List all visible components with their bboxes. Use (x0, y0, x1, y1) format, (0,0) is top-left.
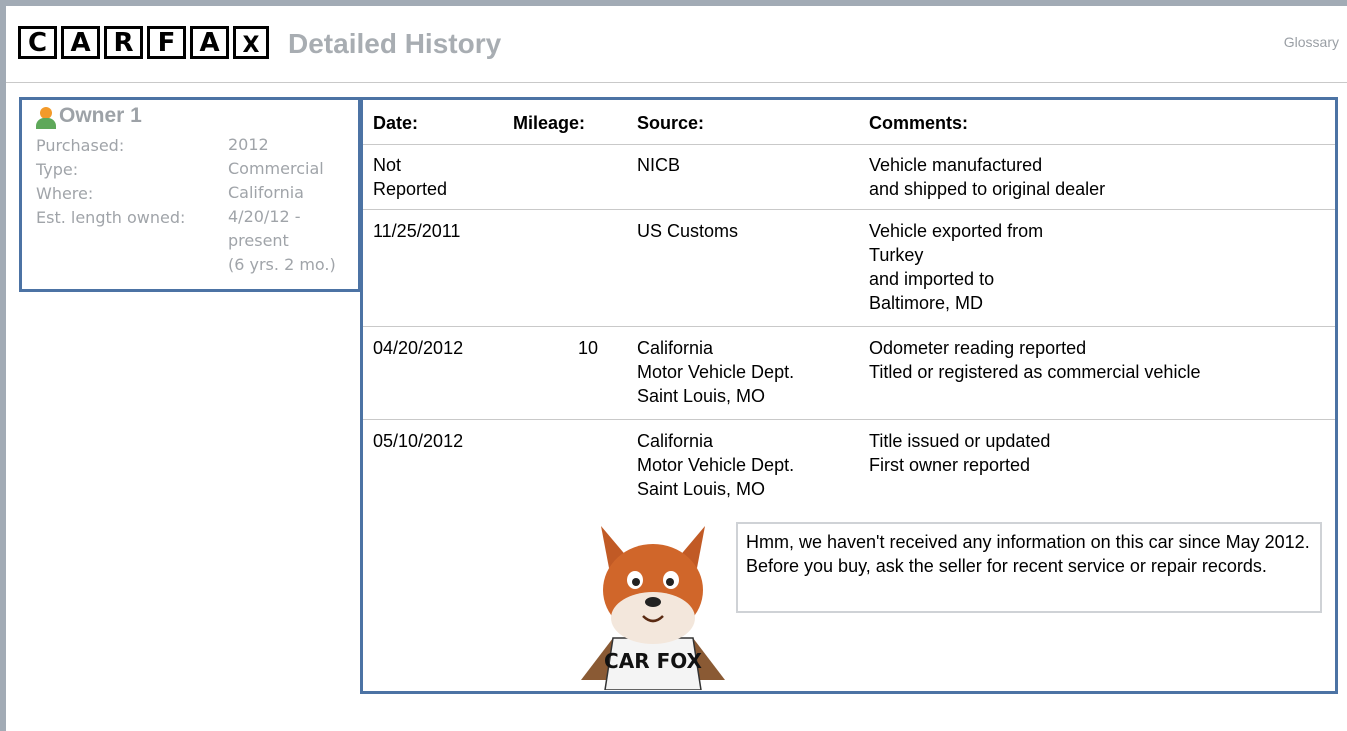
table-row: 05/10/2012 California Motor Vehicle Dept… (363, 420, 1335, 512)
table-row: 04/20/2012 10 California Motor Vehicle D… (363, 327, 1335, 420)
row-date: 11/25/2011 (373, 221, 461, 241)
owner-value-where: California (228, 183, 304, 202)
logo-letter: A (61, 26, 100, 59)
comments-header: Comments: (869, 113, 969, 133)
row-comment-line: Title issued or updated (869, 431, 1051, 451)
row-date: 04/20/2012 (373, 338, 464, 358)
page-title: Detailed History (288, 28, 502, 59)
owner-value-length-line: 4/20/12 - (228, 207, 301, 226)
row-date-line: Not (373, 155, 402, 175)
owner-value-length-line: present (228, 231, 289, 250)
row-comments: Title issued or updated First owner repo… (869, 429, 1329, 477)
owner-heading: Owner 1 (36, 103, 142, 129)
table-row: 11/25/2011 US Customs Vehicle exported f… (363, 210, 1335, 327)
row-source-line: Motor Vehicle Dept. (637, 362, 795, 382)
owner-label-where: Where: (36, 184, 94, 203)
owner-label-type: Type: (36, 160, 79, 179)
logo-letter: F (147, 26, 186, 59)
source-header: Source: (637, 113, 705, 133)
carfox-mascot-image: CAR FOX (581, 526, 725, 690)
owner-label-length: Est. length owned: (36, 208, 186, 227)
row-date: Not Reported (373, 153, 493, 201)
history-header-row: Date: Mileage: Source: Comments: (363, 100, 1335, 145)
owner-value-length-line: (6 yrs. 2 mo.) (228, 255, 336, 274)
left-rule (0, 0, 6, 731)
row-source: California Motor Vehicle Dept. Saint Lou… (637, 429, 857, 501)
glossary-link[interactable]: Glossary (1284, 34, 1339, 50)
row-comment-line: and imported to (869, 269, 995, 289)
row-comment-line: Baltimore, MD (869, 293, 984, 313)
owner-value-type: Commercial (228, 159, 324, 178)
row-source-line: Motor Vehicle Dept. (637, 455, 795, 475)
owner-panel: Owner 1 Purchased: 2012 Type: Commercial… (19, 97, 361, 292)
row-comment-line: Vehicle manufactured (869, 155, 1043, 175)
row-comments: Vehicle manufactured and shipped to orig… (869, 153, 1329, 201)
logo-letter: A (190, 26, 229, 59)
table-row: Not Reported NICB Vehicle manufactured a… (363, 144, 1335, 210)
owner-value-length: 4/20/12 - present (6 yrs. 2 mo.) (228, 205, 336, 277)
no-recent-info-notice: Hmm, we haven't received any information… (736, 522, 1322, 613)
row-source-line: California (637, 431, 714, 451)
report-header: C A R F A X Detailed History Glossary (6, 6, 1347, 83)
row-source-line: California (637, 338, 714, 358)
logo-letter: R (104, 26, 143, 59)
row-source-line: Saint Louis, MO (637, 386, 766, 406)
row-date: 05/10/2012 (373, 431, 464, 451)
owner-label-purchased: Purchased: (36, 136, 125, 155)
row-comment-line: and shipped to original dealer (869, 179, 1106, 199)
logo-letter: C (18, 26, 57, 59)
row-comment-line: Odometer reading reported (869, 338, 1087, 358)
person-icon (36, 103, 56, 129)
row-comment-line: First owner reported (869, 455, 1031, 475)
mileage-header: Mileage: (513, 113, 586, 133)
date-header: Date: (373, 113, 419, 133)
row-comments: Vehicle exported from Turkey and importe… (869, 219, 1329, 315)
carfax-logo[interactable]: C A R F A X (18, 26, 273, 59)
row-mileage: 10 (577, 338, 598, 358)
row-comments: Odometer reading reported Titled or regi… (869, 336, 1329, 384)
row-comment-line: Turkey (869, 245, 924, 265)
row-source: NICB (637, 155, 681, 175)
row-source: US Customs (637, 221, 739, 241)
row-comment-line: Titled or registered as commercial vehic… (869, 362, 1201, 382)
row-source: California Motor Vehicle Dept. Saint Lou… (637, 336, 857, 408)
row-comment-line: Vehicle exported from (869, 221, 1044, 241)
row-date-line: Reported (373, 179, 448, 199)
logo-letter: X (233, 26, 269, 59)
owner-value-purchased: 2012 (228, 135, 269, 154)
fox-shirt-text: CAR FOX (604, 649, 702, 673)
history-table: Date: Mileage: Source: Comments: Not Rep… (360, 97, 1338, 694)
owner-title: Owner 1 (59, 104, 142, 127)
row-source-line: Saint Louis, MO (637, 479, 766, 499)
